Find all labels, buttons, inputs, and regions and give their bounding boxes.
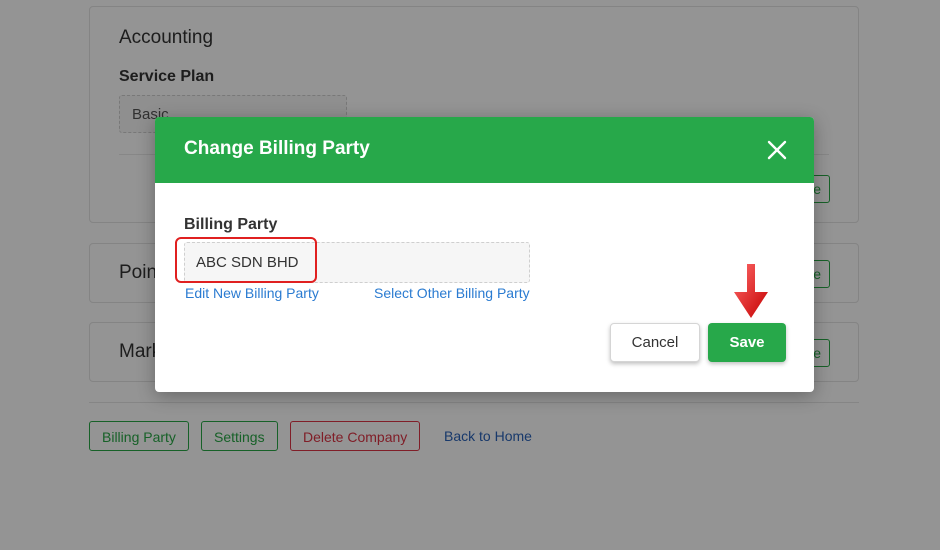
edit-new-billing-party-link[interactable]: Edit New Billing Party bbox=[185, 285, 319, 301]
save-button[interactable]: Save bbox=[708, 323, 786, 362]
modal-header: Change Billing Party bbox=[155, 117, 814, 183]
select-other-billing-party-link[interactable]: Select Other Billing Party bbox=[374, 285, 530, 301]
change-billing-party-modal: Change Billing Party Billing Party ABC S… bbox=[155, 117, 814, 392]
modal-title: Change Billing Party bbox=[184, 138, 370, 159]
red-down-arrow-icon bbox=[734, 264, 768, 318]
close-icon[interactable] bbox=[766, 139, 788, 161]
billing-party-label: Billing Party bbox=[184, 216, 278, 233]
cancel-button[interactable]: Cancel bbox=[610, 323, 700, 362]
highlight-annotation bbox=[175, 237, 317, 283]
